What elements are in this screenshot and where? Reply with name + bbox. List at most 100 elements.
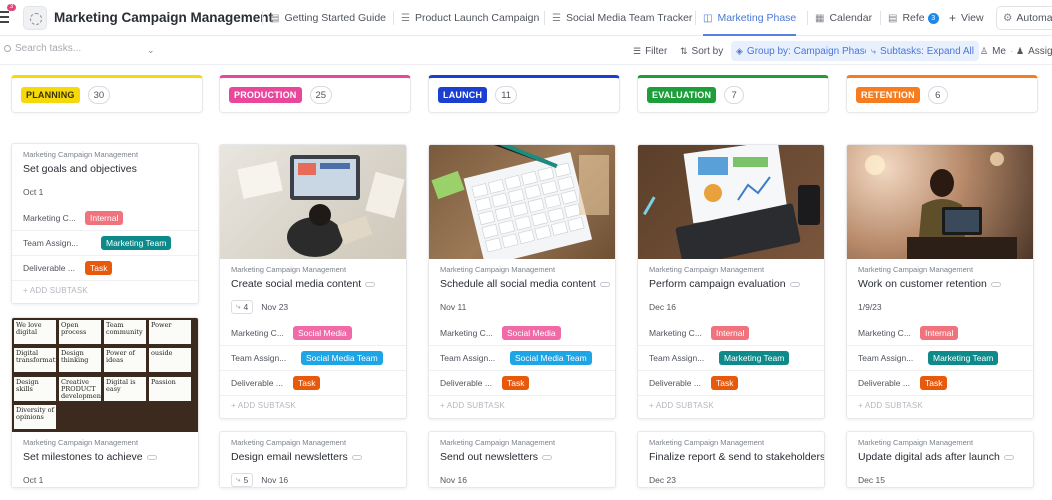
custom-field-tag[interactable]: Internal: [711, 325, 750, 340]
add-subtask-button[interactable]: + ADD SUBTASK: [638, 395, 824, 418]
card-title[interactable]: Perform campaign evaluation: [638, 274, 824, 290]
card-meta: Nov 16: [429, 463, 615, 487]
tab-label: Social Media Team Tracker: [565, 12, 693, 24]
sticky-note: Power: [149, 320, 191, 344]
custom-field-tag[interactable]: Task: [85, 261, 113, 275]
task-card[interactable]: Marketing Campaign Management Create soci…: [219, 144, 407, 419]
custom-field-tag[interactable]: Internal: [85, 210, 124, 225]
custom-field-tag[interactable]: Marketing Team: [719, 351, 790, 365]
subtask-count-button[interactable]: ⤷ 4: [231, 299, 254, 314]
task-count: 11: [495, 86, 518, 104]
card-body: Marketing Campaign Management Perform cam…: [638, 259, 824, 418]
custom-field-tag[interactable]: Task: [711, 376, 739, 390]
tab-label: Product Launch Campaign: [414, 12, 540, 24]
add-view-button[interactable]: + View: [949, 0, 984, 36]
tab-social-media-team-tracker[interactable]: ☰ Social Media Team Tracker: [544, 0, 693, 36]
card-title[interactable]: Design email newsletters: [220, 447, 406, 463]
assignees-button[interactable]: ♟ Assig: [1016, 41, 1052, 61]
custom-field-tag[interactable]: Task: [920, 376, 948, 390]
subtasks-button[interactable]: ⤷ Subtasks: Expand All: [866, 41, 979, 61]
link-icon: [365, 281, 376, 287]
custom-field-tag[interactable]: Task: [293, 376, 321, 390]
tab-reference[interactable]: ▤ Refe 3: [880, 0, 939, 36]
task-card[interactable]: Marketing Campaign Management Send out ne…: [428, 431, 616, 488]
task-card[interactable]: We love digital Open process Team communit…: [11, 317, 199, 488]
link-icon: [789, 281, 800, 287]
search-input[interactable]: Search tasks...: [4, 43, 81, 54]
card-title[interactable]: Finalize report & send to stakeholders: [638, 447, 824, 463]
tab-label: Marketing Phase: [717, 12, 797, 24]
card-breadcrumb: Marketing Campaign Management: [23, 150, 139, 159]
card-body: Marketing Campaign Management Finalize re…: [638, 432, 824, 487]
task-card[interactable]: Marketing Campaign Management Work on cus…: [846, 144, 1034, 419]
card-body: Marketing Campaign Management Send out ne…: [429, 432, 615, 487]
list-icon: ☰: [401, 12, 410, 24]
card-title[interactable]: Work on customer retention: [847, 274, 1033, 290]
sort-icon: ⇅: [680, 45, 688, 56]
card-body: Marketing Campaign Management Create soci…: [220, 259, 406, 418]
task-card[interactable]: Marketing Campaign Management Perform cam…: [637, 144, 825, 419]
custom-field-tag[interactable]: Marketing Team: [101, 236, 172, 250]
tab-getting-started-guide[interactable]: ▤ Getting Started Guide: [262, 0, 386, 36]
custom-field-label: Marketing C...: [858, 327, 911, 338]
card-title[interactable]: Set milestones to achieve: [12, 447, 198, 463]
card-title[interactable]: Update digital ads after launch: [847, 447, 1033, 463]
tab-product-launch-campaign[interactable]: ☰ Product Launch Campaign: [393, 0, 540, 36]
due-date: 1/9/23: [858, 301, 882, 312]
custom-field-tag[interactable]: Task: [502, 376, 530, 390]
custom-field-tag[interactable]: Social Media Team: [510, 351, 592, 365]
custom-field-label: Deliverable ...: [23, 263, 75, 273]
custom-field-tag[interactable]: Social Media: [502, 325, 561, 340]
add-subtask-button[interactable]: + ADD SUBTASK: [847, 395, 1033, 418]
tab-marketing-phase[interactable]: ◫ Marketing Phase: [695, 0, 797, 36]
card-body: Marketing Campaign Management Schedule al…: [429, 259, 615, 418]
card-title[interactable]: Set goals and objectives: [12, 159, 198, 175]
tab-divider: [393, 11, 394, 25]
card-title[interactable]: Schedule all social media content: [429, 274, 615, 290]
group-by-button[interactable]: ◈ Group by: Campaign Phase: [731, 41, 876, 61]
subtask-count-button[interactable]: ⤷ 5: [231, 472, 254, 487]
card-title[interactable]: Send out newsletters: [429, 447, 615, 463]
phase-badge: PLANNING: [21, 87, 80, 103]
add-subtask-button[interactable]: + ADD SUBTASK: [429, 395, 615, 418]
sticky-note: Digital transformation: [14, 348, 56, 373]
automations-button[interactable]: ⚙ Automa: [996, 6, 1052, 30]
card-breadcrumb: Marketing Campaign Management: [649, 265, 765, 274]
custom-field-label: Team Assign...: [858, 353, 914, 363]
more-tabs-badge[interactable]: 3: [927, 12, 939, 24]
custom-field-tag[interactable]: Social Media Team: [301, 351, 383, 365]
tab-calendar[interactable]: ▦ Calendar: [807, 0, 872, 36]
add-subtask-button[interactable]: + ADD SUBTASK: [220, 395, 406, 418]
task-card[interactable]: Marketing Campaign Management Design emai…: [219, 431, 407, 488]
link-icon: [146, 454, 157, 460]
chevron-down-icon[interactable]: ⌄: [147, 45, 155, 56]
me-filter-button[interactable]: ♙ Me ·: [980, 41, 1017, 61]
task-card[interactable]: Marketing Campaign Management Finalize re…: [637, 431, 825, 488]
robot-icon: ⚙: [1003, 12, 1013, 24]
task-card[interactable]: Marketing Campaign Management Set goals a…: [11, 143, 199, 304]
custom-field-label: Team Assign...: [23, 238, 79, 248]
card-title[interactable]: Create social media content: [220, 274, 406, 290]
custom-field-label: Marketing C...: [231, 327, 284, 338]
tab-divider: [695, 11, 696, 25]
task-card[interactable]: Marketing Campaign Management Update digi…: [846, 431, 1034, 488]
task-card[interactable]: Marketing Campaign Management Schedule al…: [428, 144, 616, 419]
calendar-icon: ▦: [815, 12, 825, 24]
filter-button[interactable]: ☰ Filter: [633, 41, 667, 61]
custom-field-tag[interactable]: Marketing Team: [928, 351, 999, 365]
space-icon[interactable]: [23, 6, 47, 30]
card-title-row: Finalize report & send to stakeholders: [638, 447, 824, 463]
sticky-note: Digital is easy: [104, 376, 146, 401]
column-planning: PLANNING 30: [11, 75, 203, 113]
sort-button[interactable]: ⇅ Sort by: [680, 41, 723, 61]
custom-field-tag[interactable]: Social Media: [293, 325, 352, 340]
custom-field-row: Deliverable ... Task: [847, 370, 1033, 395]
notification-badge[interactable]: 3: [7, 4, 16, 11]
custom-field-row: Deliverable ... Task: [429, 370, 615, 395]
custom-field-tag[interactable]: Internal: [920, 325, 959, 340]
add-subtask-button[interactable]: + ADD SUBTASK: [12, 280, 198, 303]
due-date: Oct 1: [23, 186, 44, 197]
due-date: Dec 23: [649, 474, 676, 485]
page-title[interactable]: Marketing Campaign Management: [54, 10, 273, 25]
task-count: 30: [87, 86, 111, 104]
